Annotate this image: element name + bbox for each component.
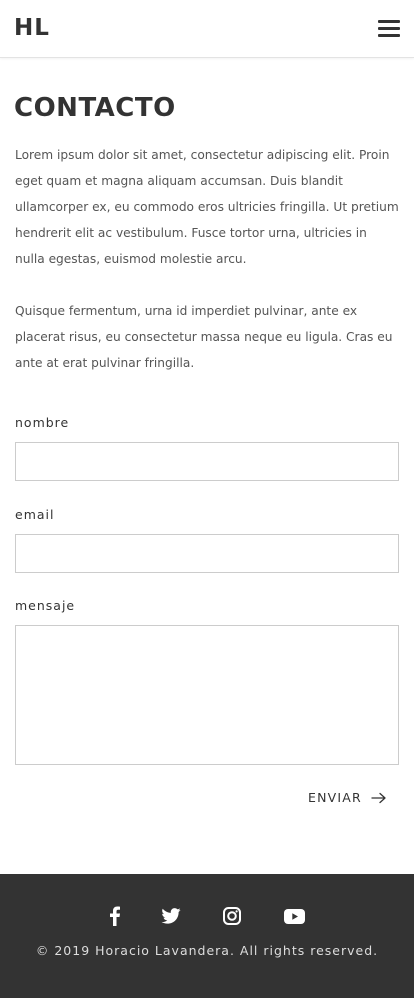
site-logo[interactable]: HL xyxy=(14,14,50,42)
page-title: CONTACTO xyxy=(14,93,176,123)
email-field[interactable] xyxy=(15,534,399,573)
menu-bar xyxy=(378,20,400,23)
intro-paragraph: Lorem ipsum dolor sit amet, consectetur … xyxy=(15,148,399,266)
instagram-icon[interactable] xyxy=(221,906,243,926)
youtube-icon[interactable] xyxy=(283,906,305,926)
send-button-label: ENVIAR xyxy=(308,790,362,805)
intro-paragraph: Quisque fermentum, urna id imperdiet pul… xyxy=(15,304,393,370)
email-label: email xyxy=(15,507,55,522)
site-footer: © 2019 Horacio Lavandera. All rights res… xyxy=(0,874,414,998)
name-field[interactable] xyxy=(15,442,399,481)
name-label: nombre xyxy=(15,415,70,430)
twitter-icon[interactable] xyxy=(160,906,182,926)
menu-bar xyxy=(378,27,400,30)
message-field[interactable] xyxy=(15,625,399,765)
message-label: mensaje xyxy=(15,598,76,613)
copyright-text: © 2019 Horacio Lavandera. All rights res… xyxy=(35,943,379,958)
facebook-icon[interactable] xyxy=(104,906,126,926)
arrow-right-icon xyxy=(371,792,386,804)
menu-bar xyxy=(378,34,400,37)
send-button[interactable]: ENVIAR xyxy=(308,788,390,808)
hamburger-menu-icon[interactable] xyxy=(378,18,400,38)
site-header: HL xyxy=(0,0,414,58)
